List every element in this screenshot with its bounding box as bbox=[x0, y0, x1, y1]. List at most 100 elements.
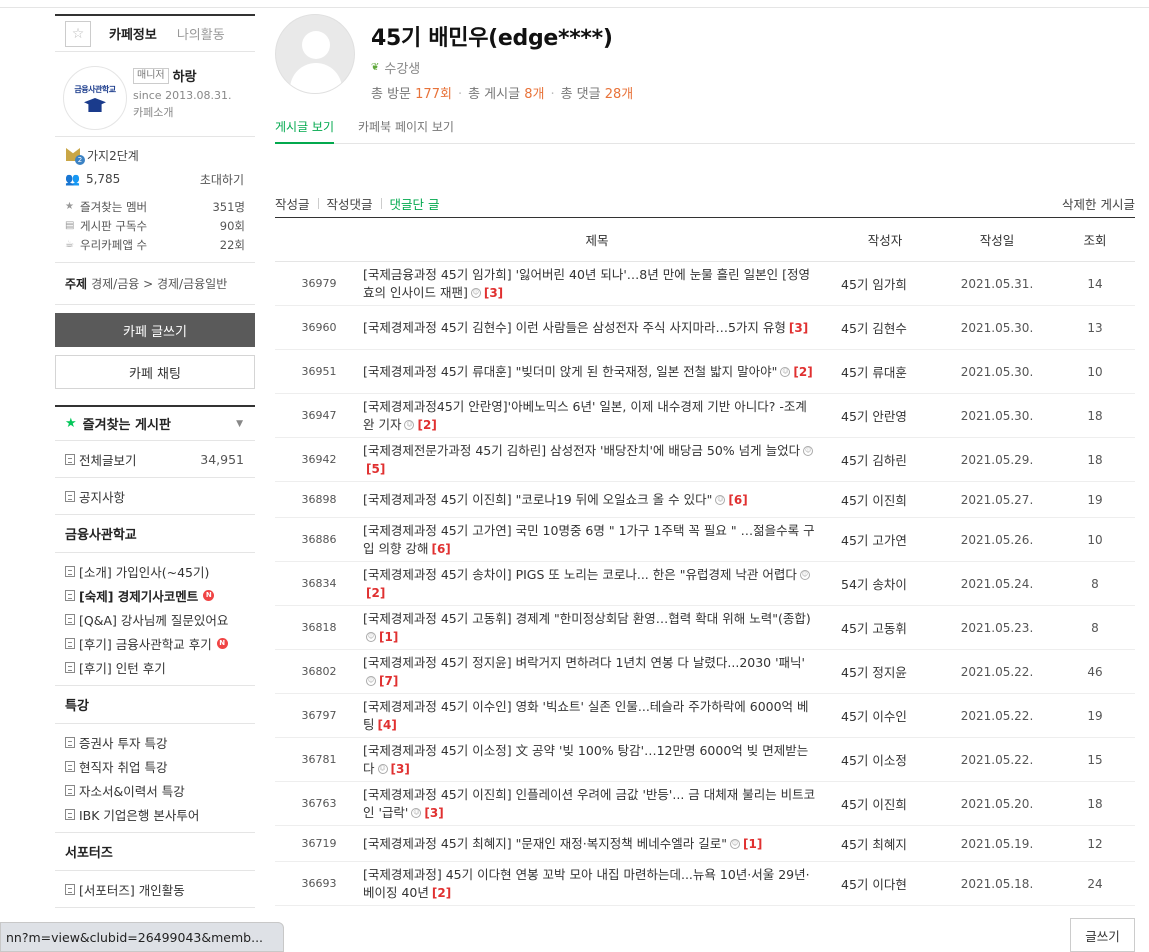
separator-dot: · bbox=[550, 87, 555, 102]
post-author[interactable]: 45기 이진희 bbox=[831, 781, 939, 826]
comment-count[interactable]: [2] bbox=[793, 365, 812, 379]
post-author[interactable]: 45기 이수인 bbox=[831, 693, 939, 738]
post-title-cell: [국제경제과정 45기 이소정] 文 공약 '빚 100% 탕감'…12만명 6… bbox=[363, 737, 831, 782]
menu-item-label: [후기] 금융사관학교 후기 bbox=[79, 636, 212, 652]
invite-link[interactable]: 초대하기 bbox=[200, 171, 244, 188]
post-title-link[interactable]: [국제경제과정 45기 김현수] 이런 사람들은 삼성전자 주식 사지마라…5가… bbox=[363, 320, 786, 335]
post-author[interactable]: 45기 김하린 bbox=[831, 437, 939, 482]
comment-count[interactable]: [2] bbox=[366, 586, 385, 600]
menu-item-supporters[interactable]: [서포터즈] 개인활동 bbox=[55, 877, 255, 901]
comment-count[interactable]: [1] bbox=[379, 630, 398, 644]
comment-count[interactable]: [3] bbox=[391, 762, 410, 776]
cafe-intro-link[interactable]: 카페소개 bbox=[133, 104, 232, 120]
tab-cafebook[interactable]: 카페북 페이지 보기 bbox=[358, 114, 454, 144]
cafe-logo[interactable]: 금융사관학교 bbox=[63, 66, 127, 130]
comment-count[interactable]: [3] bbox=[789, 321, 808, 335]
table-row: 36693 [국제경제과정] 45기 이다현 연봉 꼬박 모아 내집 마련하는데.… bbox=[275, 861, 1135, 906]
table-row: 36898 [국제경제과정 45기 이진희] "코로나19 뒤에 오일쇼크 올 수… bbox=[275, 481, 1135, 518]
post-author[interactable]: 45기 고동휘 bbox=[831, 605, 939, 650]
post-author[interactable]: 45기 류대훈 bbox=[831, 349, 939, 394]
board-doc-icon bbox=[65, 736, 75, 748]
post-author[interactable]: 45기 최혜지 bbox=[831, 825, 939, 862]
post-title-link[interactable]: [국제경제과정 45기 고동휘] 경제계 "한미정상회담 환영…협력 확대 위해… bbox=[363, 611, 811, 626]
filter-my-comments[interactable]: 작성댓글 bbox=[327, 194, 373, 213]
post-author[interactable]: 45기 이다현 bbox=[831, 861, 939, 906]
stat-label: 게시판 구독수 bbox=[80, 218, 148, 233]
member-name: 45기 배민우(edge****) bbox=[371, 26, 613, 51]
manager-badge: 매니저 bbox=[133, 67, 169, 84]
menu-item-homework[interactable]: [숙제] 경제기사코멘트 N bbox=[55, 583, 255, 607]
post-title-link[interactable]: [국제경제과정 45기 최혜지] "문재인 재정·복지정책 베네수엘라 길로" bbox=[363, 836, 727, 851]
member-count[interactable]: 5,785 bbox=[86, 172, 120, 186]
post-title-link[interactable]: [국제경제전문가과정 45기 김하린] 삼성전자 '배당잔치'에 배당금 50%… bbox=[363, 443, 800, 458]
menu-item-notice[interactable]: 공지사항 bbox=[55, 484, 255, 508]
caret-down-icon[interactable]: ▼ bbox=[236, 419, 243, 429]
post-title-link[interactable]: [국제경제과정 45기 류대훈] "빚더미 앉게 된 한국재정, 일본 전철 밟… bbox=[363, 364, 777, 379]
visits-count: 177회 bbox=[415, 87, 452, 102]
post-title-link[interactable]: [국제금융과정 45기 임가희] '잃어버린 40년 되나'…8년 만에 눈물 … bbox=[363, 267, 810, 300]
filter-commented-posts[interactable]: 댓글단 글 bbox=[390, 194, 440, 213]
comment-count[interactable]: [3] bbox=[484, 286, 503, 300]
post-number: 36942 bbox=[275, 437, 363, 482]
comment-count[interactable]: [2] bbox=[417, 418, 436, 432]
stat-label: 우리카페앱 수 bbox=[80, 237, 148, 252]
post-title-link[interactable]: [국제경제과정 45기 이소정] 文 공약 '빚 100% 탕감'…12만명 6… bbox=[363, 743, 808, 776]
cafe-level[interactable]: 가지2단계 bbox=[55, 143, 255, 167]
topic-value[interactable]: 경제/금융 > 경제/금융일반 bbox=[91, 275, 227, 292]
menu-item-intern-review[interactable]: [후기] 인턴 후기 bbox=[55, 655, 255, 679]
post-author[interactable]: 54기 송차이 bbox=[831, 561, 939, 606]
tab-posts[interactable]: 게시글 보기 bbox=[275, 114, 335, 144]
sidebar-tabs: ☆ 카페정보 나의활동 bbox=[55, 14, 255, 52]
post-title-link[interactable]: [국제경제과정] 45기 이다현 연봉 꼬박 모아 내집 마련하는데...뉴욕 … bbox=[363, 867, 810, 900]
new-badge-icon: N bbox=[216, 637, 228, 649]
manager-name[interactable]: 하랑 bbox=[173, 66, 197, 85]
comment-count[interactable]: [1] bbox=[743, 837, 762, 851]
menu-item-lecture[interactable]: 현직자 취업 특강 bbox=[55, 754, 255, 778]
post-author[interactable]: 45기 임가희 bbox=[831, 261, 939, 306]
board-doc-icon bbox=[65, 784, 75, 796]
cafe-write-button[interactable]: 카페 글쓰기 bbox=[55, 313, 255, 347]
post-views: 15 bbox=[1055, 737, 1135, 782]
favorite-star-icon[interactable]: ☆ bbox=[65, 20, 91, 47]
comments-label: 총 댓글 bbox=[560, 87, 601, 102]
menu-item-intro[interactable]: [소개] 가입인사(~45기) bbox=[55, 559, 255, 583]
col-date: 작성일 bbox=[939, 217, 1055, 262]
menu-item-all-posts[interactable]: 전체글보기 34,951 bbox=[55, 447, 255, 471]
post-number: 36802 bbox=[275, 649, 363, 694]
menu-item-review[interactable]: [후기] 금융사관학교 후기 N bbox=[55, 631, 255, 655]
post-date: 2021.05.18. bbox=[939, 861, 1055, 906]
post-author[interactable]: 45기 이진희 bbox=[831, 481, 939, 518]
post-title-cell: [국제경제과정 45기 고가연] 국민 10명중 6명 " 1가구 1주택 꼭 … bbox=[363, 517, 831, 562]
post-title-cell: [국제경제과정 45기 송차이] PIGS 또 노리는 코로나... 한은 "유… bbox=[363, 561, 831, 606]
post-author[interactable]: 45기 정지윤 bbox=[831, 649, 939, 694]
comment-count[interactable]: [5] bbox=[366, 462, 385, 476]
post-title-link[interactable]: [국제경제과정 45기 정지윤] 벼락거지 면하려다 1년치 연봉 다 날렸다.… bbox=[363, 655, 805, 670]
menu-item-qna[interactable]: [Q&A] 강사님께 질문있어요 bbox=[55, 607, 255, 631]
stat-value: 22회 bbox=[219, 237, 245, 252]
comment-count[interactable]: [2] bbox=[432, 886, 451, 900]
comment-count[interactable]: [7] bbox=[379, 674, 398, 688]
comment-count[interactable]: [6] bbox=[728, 493, 747, 507]
menu-item-lecture[interactable]: 증권사 투자 특강 bbox=[55, 730, 255, 754]
post-title-link[interactable]: [국제경제과정 45기 이수인] 영화 '빅쇼트' 실존 인물...테슬라 주가… bbox=[363, 699, 809, 732]
write-button[interactable]: 글쓰기 bbox=[1070, 918, 1135, 952]
comment-count[interactable]: [6] bbox=[431, 542, 450, 556]
deleted-posts-link[interactable]: 삭제한 게시글 bbox=[1062, 194, 1135, 213]
post-title-cell: [국제경제과정 45기 이진희] "코로나19 뒤에 오일쇼크 올 수 있다" ☺… bbox=[363, 481, 831, 518]
filter-my-posts[interactable]: 작성글 bbox=[275, 194, 310, 213]
tab-my-activity[interactable]: 나의활동 bbox=[177, 24, 225, 43]
post-author[interactable]: 45기 김현수 bbox=[831, 305, 939, 350]
favorite-boards-header[interactable]: ★ 즐겨찾는 게시판 ▼ bbox=[55, 405, 255, 441]
menu-item-lecture[interactable]: 자소서&이력서 특강 bbox=[55, 778, 255, 802]
post-views: 14 bbox=[1055, 261, 1135, 306]
cafe-chat-button[interactable]: 카페 채팅 bbox=[55, 355, 255, 389]
post-author[interactable]: 45기 이소정 bbox=[831, 737, 939, 782]
post-author[interactable]: 45기 안란영 bbox=[831, 393, 939, 438]
comment-count[interactable]: [4] bbox=[378, 718, 397, 732]
comment-count[interactable]: [3] bbox=[424, 806, 443, 820]
tab-cafe-info[interactable]: 카페정보 bbox=[109, 24, 157, 43]
menu-item-lecture[interactable]: IBK 기업은행 본사투어 bbox=[55, 802, 255, 826]
post-title-link[interactable]: [국제경제과정 45기 송차이] PIGS 또 노리는 코로나... 한은 "유… bbox=[363, 567, 797, 582]
post-author[interactable]: 45기 고가연 bbox=[831, 517, 939, 562]
post-title-link[interactable]: [국제경제과정 45기 이진희] "코로나19 뒤에 오일쇼크 올 수 있다" bbox=[363, 492, 712, 507]
